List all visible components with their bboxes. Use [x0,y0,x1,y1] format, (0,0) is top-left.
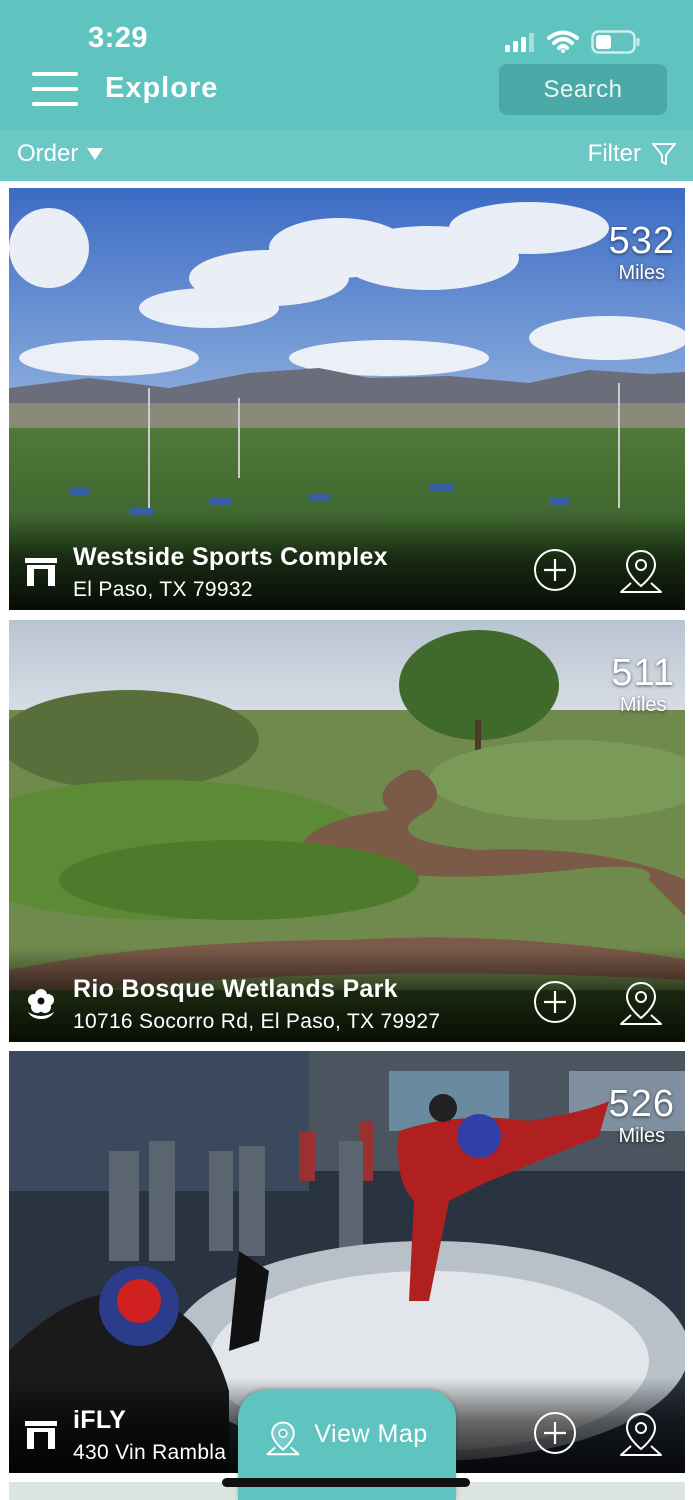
app-header: 3:29 Explore Search [0,0,693,130]
map-pin-icon[interactable] [619,980,663,1026]
distance-value: 511 [611,652,675,694]
place-card[interactable]: 532 Miles Westside Sports Complex El Pas… [9,188,685,610]
caret-down-icon [87,148,104,160]
arch-icon [25,558,57,586]
place-address: 10716 Socorro Rd, El Paso, TX 79927 [73,1010,441,1033]
search-button[interactable]: Search [499,64,667,115]
add-circle-icon[interactable] [533,980,577,1024]
map-pin-icon [266,1421,300,1456]
order-dropdown[interactable]: Order [17,140,104,168]
arch-icon [25,1421,57,1449]
distance-badge: 532 Miles [609,222,675,285]
distance-value: 526 [608,1083,675,1125]
order-label: Order [17,140,79,167]
filter-icon [652,143,676,165]
battery-icon [591,30,640,54]
distance-value: 532 [608,220,675,262]
distance-unit: Miles [618,1125,666,1147]
signal-icon [505,33,534,52]
status-time: 3:29 [88,22,149,54]
status-icons [505,28,641,56]
menu-icon[interactable] [32,70,78,108]
map-pin-icon[interactable] [619,548,663,594]
place-address: 430 Vin Rambla [73,1441,227,1464]
view-map-label: View Map [314,1420,428,1448]
distance-badge: 511 Miles [611,654,675,717]
sort-filter-bar: Order Filter [0,130,693,181]
place-address: El Paso, TX 79932 [73,578,253,601]
home-indicator[interactable] [222,1478,470,1487]
filter-label: Filter [587,140,641,167]
place-name: Westside Sports Complex [73,543,388,571]
map-pin-icon[interactable] [619,1411,663,1457]
add-circle-icon[interactable] [533,1411,577,1455]
page-title: Explore [105,72,219,104]
distance-unit: Miles [619,694,667,716]
add-circle-icon[interactable] [533,548,577,592]
distance-badge: 526 Miles [609,1085,675,1148]
place-card[interactable]: 511 Miles Rio Bosque Wetlands Park 10716… [9,620,685,1042]
filter-button[interactable]: Filter [588,140,677,168]
wifi-icon [547,30,579,53]
distance-unit: Miles [618,262,666,284]
flower-icon [28,989,54,1019]
place-name: Rio Bosque Wetlands Park [73,975,398,1003]
place-name: iFLY [73,1406,127,1434]
